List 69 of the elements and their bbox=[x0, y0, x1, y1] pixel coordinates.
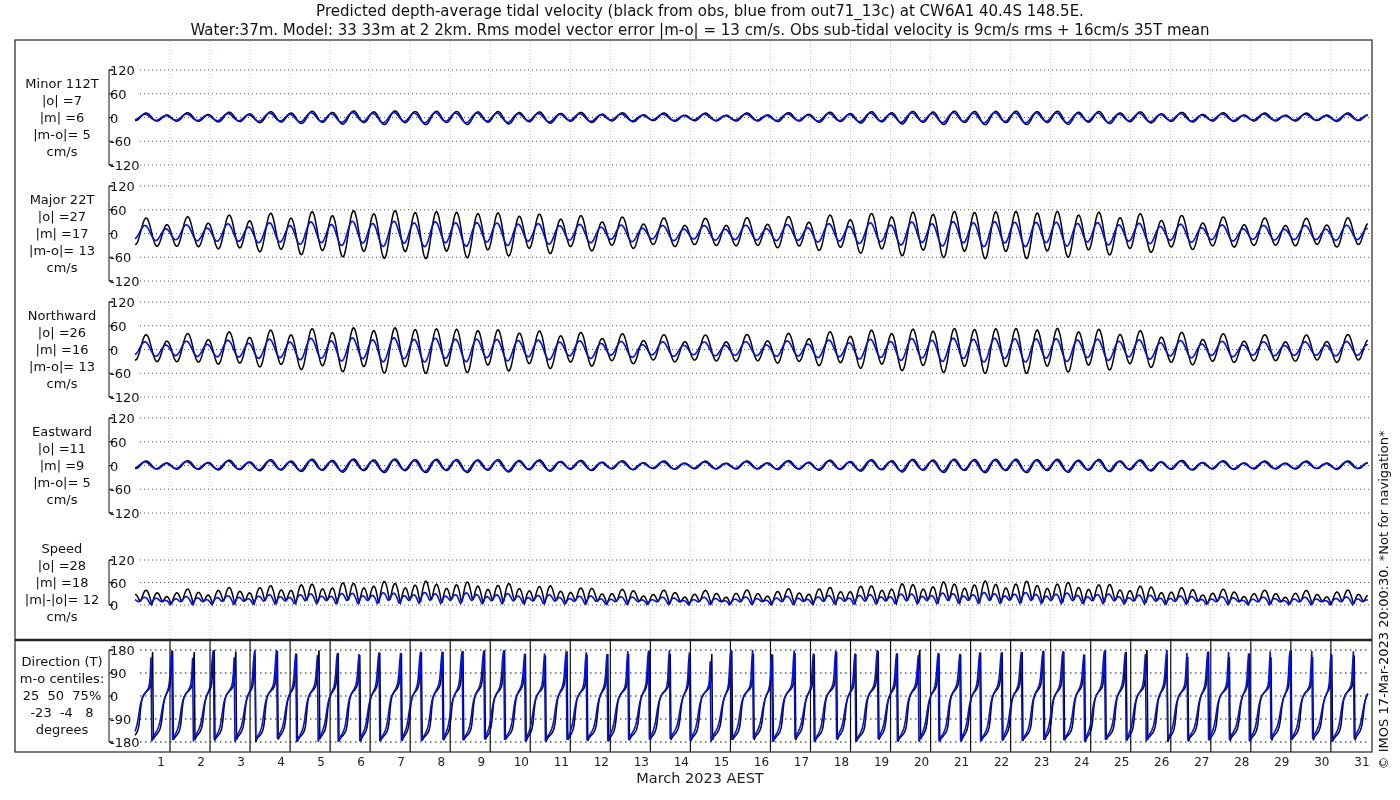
x-tick-label: 6 bbox=[357, 755, 365, 769]
y-tick-label: 120 bbox=[110, 179, 135, 194]
x-tick-label: 5 bbox=[317, 755, 325, 769]
x-tick-label: 13 bbox=[633, 755, 649, 769]
x-tick-label: 18 bbox=[833, 755, 850, 769]
x-tick-label: 17 bbox=[793, 755, 810, 769]
y-tick-label: -180 bbox=[110, 735, 140, 750]
x-tick-label: 3 bbox=[237, 755, 245, 769]
x-tick-label: 30 bbox=[1314, 755, 1330, 769]
y-tick-label: 60 bbox=[110, 202, 127, 218]
x-tick-label: 10 bbox=[513, 755, 529, 769]
x-tick-label: 25 bbox=[1114, 755, 1130, 769]
panel-label: Eastward |o| =11 |m| =9 |m-o|= 5 cm/s bbox=[32, 423, 92, 507]
x-tick-label: 7 bbox=[397, 755, 405, 769]
y-tick-label: -120 bbox=[110, 390, 140, 405]
y-tick-label: 60 bbox=[110, 318, 127, 334]
y-tick-label: -120 bbox=[110, 158, 140, 173]
y-tick-label: 90 bbox=[110, 666, 127, 681]
y-tick-label: 0 bbox=[110, 226, 119, 242]
y-tick-label: 120 bbox=[110, 553, 135, 568]
x-tick-label: 8 bbox=[437, 755, 446, 769]
y-tick-label: -60 bbox=[110, 366, 132, 382]
y-tick-label: -60 bbox=[110, 250, 132, 266]
x-tick-label: 28 bbox=[1234, 755, 1250, 769]
y-tick-label: 120 bbox=[110, 295, 135, 310]
x-tick-label: 21 bbox=[953, 755, 970, 769]
panel-label: Northward |o| =26 |m| =16 |m-o|= 13 cm/s bbox=[27, 307, 97, 391]
y-tick-label: 60 bbox=[110, 86, 127, 102]
x-tick-label: 19 bbox=[873, 755, 890, 769]
x-tick-label: 27 bbox=[1194, 755, 1210, 769]
x-tick-label: 26 bbox=[1154, 755, 1170, 769]
x-tick-label: 23 bbox=[1034, 755, 1050, 769]
y-tick-label: 0 bbox=[110, 458, 119, 474]
x-tick-label: 16 bbox=[753, 755, 770, 769]
x-tick-label: 1 bbox=[157, 755, 165, 769]
x-tick-label: 4 bbox=[277, 755, 285, 769]
x-tick-label: 24 bbox=[1074, 755, 1090, 769]
y-tick-label: -120 bbox=[110, 274, 140, 289]
x-tick-label: 14 bbox=[673, 755, 690, 769]
x-tick-label: 2 bbox=[197, 755, 205, 769]
y-tick-label: 0 bbox=[110, 110, 119, 126]
y-tick-label: 180 bbox=[110, 643, 135, 658]
y-tick-label: 0 bbox=[110, 689, 119, 704]
y-tick-label: 0 bbox=[110, 598, 119, 613]
y-tick-label: -90 bbox=[110, 712, 132, 727]
panel-label: Direction (T) m-o centiles: 25 50 75% -23 -4 8 degrees bbox=[19, 654, 105, 737]
chart-title: Water:37m. Model: 33 33m at 2 2km. Rms model vector error |m-o| = 13 cm/s. Obs sub-tidal velocity is 9cm/s rms + 16cm/s 35T mean bbox=[190, 21, 1210, 39]
x-tick-label: 22 bbox=[994, 755, 1010, 769]
y-tick-label: -60 bbox=[110, 134, 132, 150]
y-tick-label: -120 bbox=[110, 506, 140, 521]
x-tick-label: 15 bbox=[713, 755, 730, 769]
x-tick-label: 9 bbox=[477, 755, 486, 769]
y-tick-label: 120 bbox=[110, 411, 135, 426]
credit-text: © IMOS 17-Mar-2023 20:00:30. *Not for navigation* bbox=[1376, 430, 1391, 770]
x-tick-label: 12 bbox=[593, 755, 609, 769]
chart-title: Predicted depth-average tidal velocity (black from obs, blue from out71_13c) at CW6A1 40.4S 148.5E. bbox=[316, 2, 1084, 20]
y-tick-label: -60 bbox=[110, 482, 132, 498]
panel-label: Speed |o| =28 |m| =18 |m|-|o|= 12 cm/s bbox=[24, 540, 100, 624]
y-tick-label: 120 bbox=[110, 63, 135, 78]
x-tick-label: 29 bbox=[1274, 755, 1290, 769]
x-tick-label: 20 bbox=[913, 755, 930, 769]
y-tick-label: 0 bbox=[110, 342, 119, 358]
x-axis-label: March 2023 AEST bbox=[636, 770, 764, 786]
x-tick-label: 11 bbox=[553, 755, 569, 769]
panel-label: Major 22T |o| =27 |m| =17 |m-o|= 13 cm/s bbox=[29, 191, 95, 275]
panel-label: Minor 112T |o| =7 |m| =6 |m-o|= 5 cm/s bbox=[25, 75, 99, 159]
y-tick-label: 60 bbox=[110, 575, 127, 591]
x-tick-label: 31 bbox=[1354, 755, 1370, 769]
y-tick-label: 60 bbox=[110, 434, 127, 450]
